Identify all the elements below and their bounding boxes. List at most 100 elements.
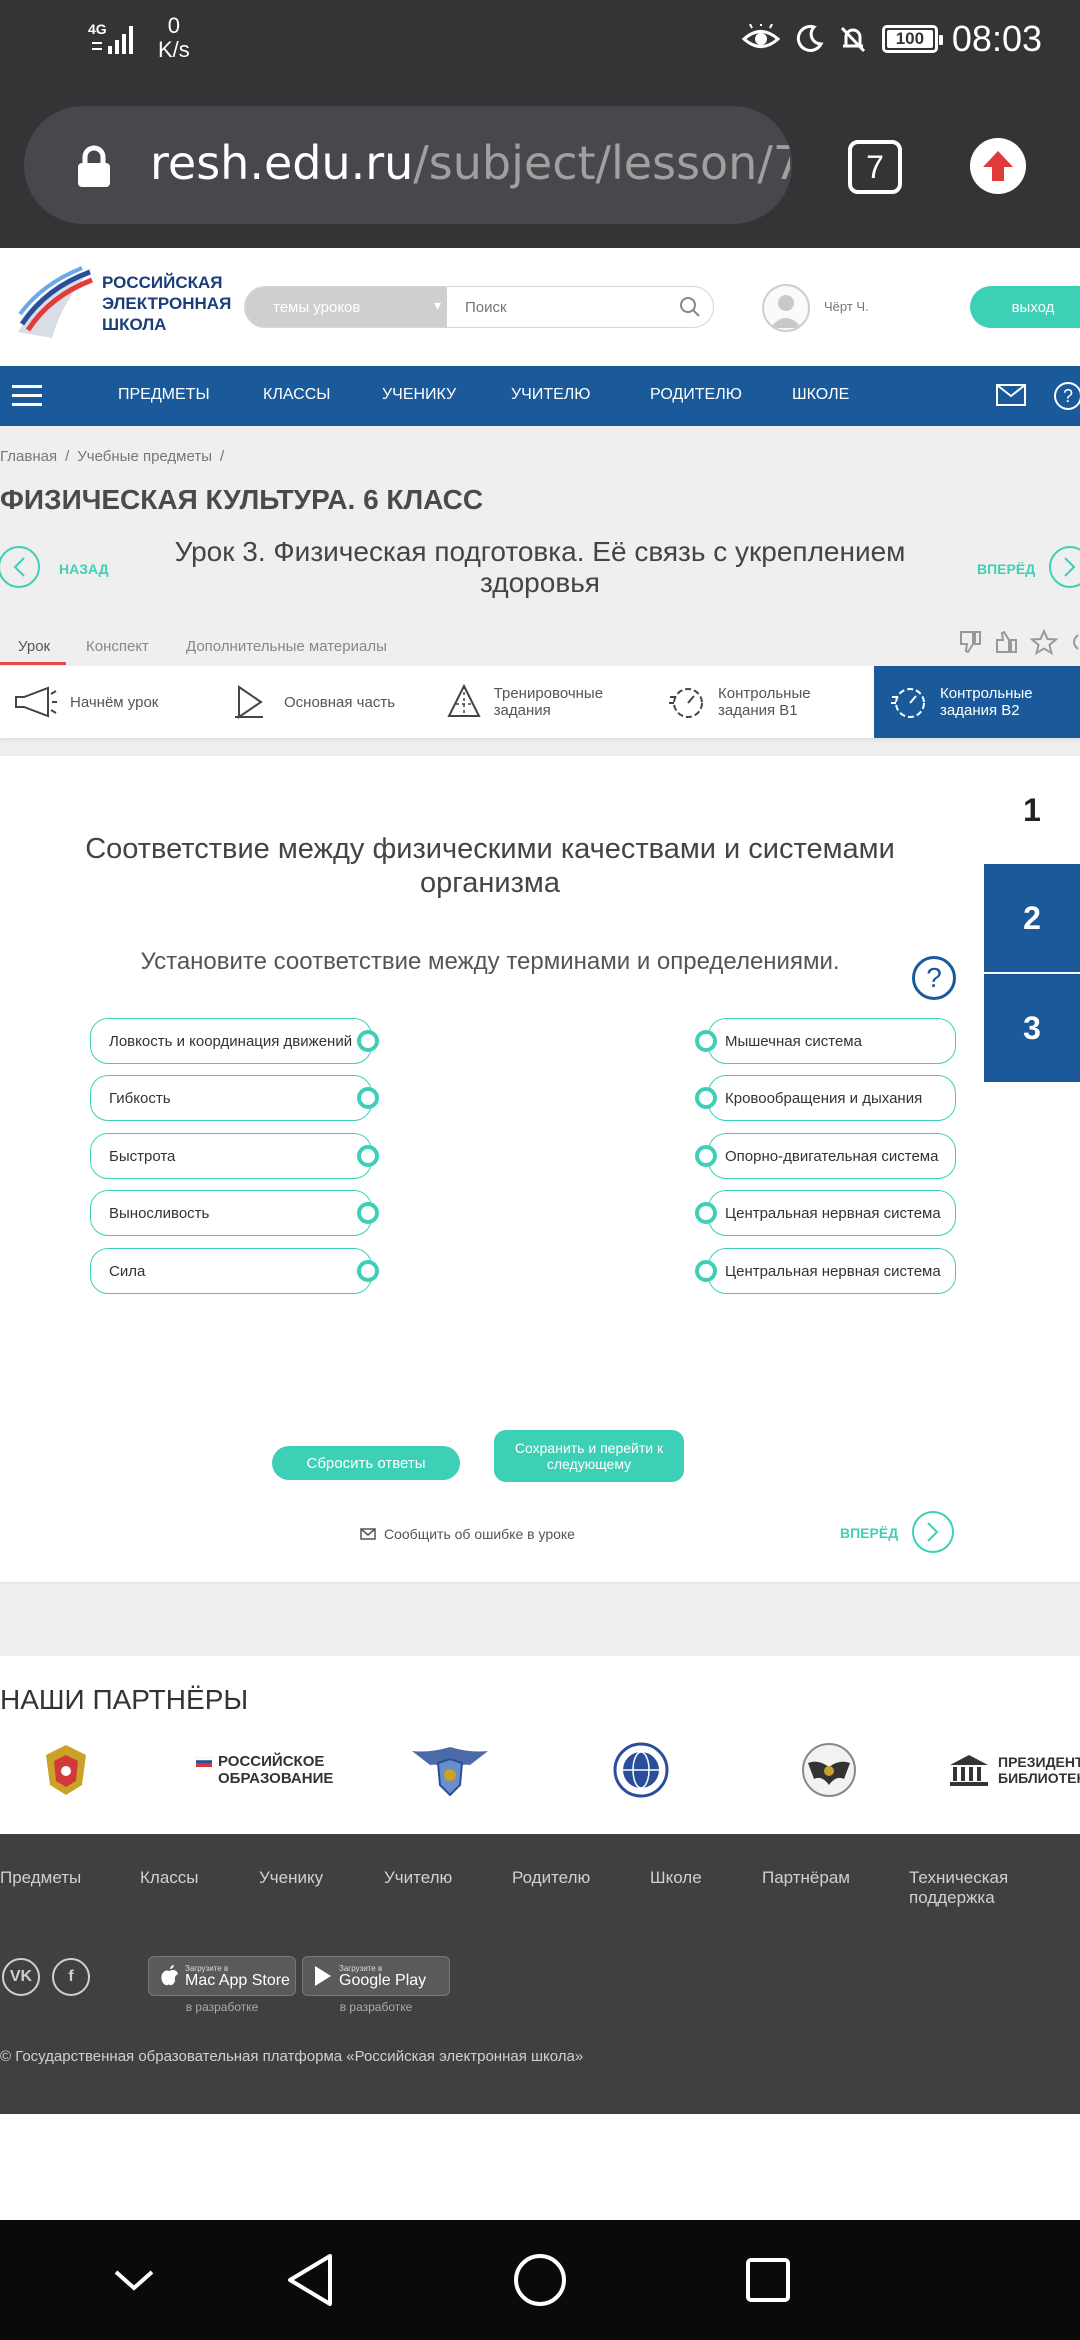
reset-answers-button[interactable]: Сбросить ответы xyxy=(272,1446,460,1480)
connector-dot[interactable] xyxy=(695,1202,717,1224)
match-left-item[interactable]: Гибкость xyxy=(90,1075,379,1121)
question-nav-3[interactable]: 3 xyxy=(984,974,1080,1082)
question-nav-2[interactable]: 2 xyxy=(984,864,1080,972)
tab-extra[interactable]: Дополнительные материалы xyxy=(186,638,387,655)
course-title: ФИЗИЧЕСКАЯ КУЛЬТУРА. 6 КЛАСС xyxy=(0,484,484,515)
match-right-item[interactable]: Мышечная система xyxy=(695,1018,956,1064)
footer-link-subjects[interactable]: Предметы xyxy=(0,1868,81,1888)
match-left-item[interactable]: Ловкость и координация движений xyxy=(90,1018,379,1064)
forward-button[interactable] xyxy=(912,1511,954,1553)
facebook-icon[interactable]: f xyxy=(52,1958,90,1996)
site-header: РОССИЙСКАЯ ЭЛЕКТРОННАЯ ШКОЛА темы уроков… xyxy=(0,248,1080,366)
breadcrumb-home[interactable]: Главная xyxy=(0,448,57,465)
appstore-button[interactable]: Загрузите в Mac App Store xyxy=(148,1956,296,1996)
partner-ros-obr[interactable]: РОССИЙСКОЕ ОБРАЗОВАНИЕ xyxy=(196,1740,333,1800)
avatar[interactable] xyxy=(762,284,810,332)
ministry-emblem-icon xyxy=(412,1747,488,1797)
footer-link-partners[interactable]: Партнёрам xyxy=(762,1868,850,1888)
connector-dot[interactable] xyxy=(357,1145,379,1167)
nav-parent[interactable]: РОДИТЕЛЮ xyxy=(650,386,742,404)
user-name[interactable]: Чёрт Ч. xyxy=(824,299,869,314)
match-left-item[interactable]: Сила xyxy=(90,1248,379,1294)
forward-label[interactable]: ВПЕРЁД xyxy=(977,561,1035,577)
match-right-item[interactable]: Кровообращения и дыхания xyxy=(695,1075,956,1121)
logo-text[interactable]: РОССИЙСКАЯ ЭЛЕКТРОННАЯ ШКОЛА xyxy=(102,272,231,335)
back-button[interactable] xyxy=(0,546,40,588)
footer-link-student[interactable]: Ученику xyxy=(259,1868,323,1888)
store-note: в разработке xyxy=(185,2000,259,2014)
hide-keyboard-button[interactable] xyxy=(104,2250,164,2310)
topic-select[interactable]: темы уроков xyxy=(245,287,447,327)
match-right-item[interactable]: Центральная нервная система xyxy=(695,1248,956,1294)
question-nav-1[interactable]: 1 xyxy=(984,756,1080,864)
mute-bell-icon xyxy=(840,26,865,53)
connector-dot[interactable] xyxy=(357,1260,379,1282)
match-right-item[interactable]: Центральная нервная система xyxy=(695,1190,956,1236)
forward-label[interactable]: ВПЕРЁД xyxy=(840,1525,898,1541)
chevron-right-icon xyxy=(1064,557,1076,577)
battery-icon: 100 xyxy=(881,25,943,53)
search-button[interactable] xyxy=(667,287,713,327)
help-icon[interactable]: ? xyxy=(1054,382,1080,410)
mail-icon[interactable] xyxy=(996,384,1026,406)
connector-dot[interactable] xyxy=(695,1030,717,1052)
footer-link-school[interactable]: Школе xyxy=(650,1868,702,1888)
logo-icon xyxy=(18,266,93,338)
match-right-item[interactable]: Опорно-двигательная система xyxy=(695,1133,956,1179)
share-icon[interactable] xyxy=(1068,629,1080,655)
dislike-icon[interactable] xyxy=(958,629,984,655)
step-training[interactable]: Тренировочные задания xyxy=(446,666,626,738)
connector-dot[interactable] xyxy=(695,1260,717,1282)
googleplay-button[interactable]: Загрузите в Google Play xyxy=(302,1956,450,1996)
partner-ministry[interactable] xyxy=(410,1740,490,1800)
footer-link-teacher[interactable]: Учителю xyxy=(384,1868,452,1888)
pyramid-icon xyxy=(447,684,481,717)
partner-eagle[interactable] xyxy=(796,1740,862,1800)
nav-school[interactable]: ШКОЛЕ xyxy=(792,386,849,404)
connector-dot[interactable] xyxy=(695,1145,717,1167)
save-next-button[interactable]: Сохранить и перейти к следующему xyxy=(494,1430,684,1482)
connector-dot[interactable] xyxy=(357,1202,379,1224)
nav-classes[interactable]: КЛАССЫ xyxy=(263,386,330,404)
step-control-b1[interactable]: Контрольные задания В1 xyxy=(668,666,848,738)
address-bar[interactable]: resh.edu.ru/subject/lesson/713 xyxy=(24,106,792,224)
partners-section xyxy=(0,1656,1080,1834)
browser-toolbar: resh.edu.ru/subject/lesson/713 7 xyxy=(0,80,1080,248)
match-left-item[interactable]: Выносливость xyxy=(90,1190,379,1236)
step-main[interactable]: Основная часть xyxy=(226,666,395,738)
search-input[interactable] xyxy=(447,287,667,327)
help-icon[interactable]: ? xyxy=(912,956,956,1000)
nav-teacher[interactable]: УЧИТЕЛЮ xyxy=(511,386,590,404)
tab-summary[interactable]: Конспект xyxy=(86,638,149,655)
report-error-link[interactable]: Сообщить об ошибке в уроке xyxy=(360,1526,575,1542)
back-label[interactable]: НАЗАД xyxy=(59,561,109,577)
breadcrumb-subjects[interactable]: Учебные предметы xyxy=(77,448,212,465)
star-icon[interactable] xyxy=(1030,629,1058,655)
tab-switcher-button[interactable]: 7 xyxy=(848,140,902,194)
footer-link-parent[interactable]: Родителю xyxy=(512,1868,590,1888)
connector-dot[interactable] xyxy=(357,1087,379,1109)
nav-student[interactable]: УЧЕНИКУ xyxy=(382,386,456,404)
match-left-item[interactable]: Быстрота xyxy=(90,1133,379,1179)
connector-dot[interactable] xyxy=(357,1030,379,1052)
partner-globe[interactable] xyxy=(604,1740,678,1800)
footer-link-support[interactable]: Техническая поддержка xyxy=(909,1868,1080,1908)
update-button[interactable] xyxy=(970,138,1026,194)
step-control-b2[interactable]: Контрольные задания В2 xyxy=(874,666,1080,738)
tab-lesson[interactable]: Урок xyxy=(18,638,50,655)
recents-nav-button[interactable] xyxy=(738,2250,798,2310)
partners-title: НАШИ ПАРТНЁРЫ xyxy=(0,1684,249,1715)
connector-dot[interactable] xyxy=(695,1087,717,1109)
partner-library[interactable]: ПРЕЗИДЕНТСКАЯ БИБЛИОТЕКА xyxy=(948,1740,1080,1800)
menu-icon[interactable] xyxy=(12,385,42,407)
logout-button[interactable]: выход xyxy=(970,286,1080,328)
nav-subjects[interactable]: ПРЕДМЕТЫ xyxy=(118,386,210,404)
url-text: resh.edu.ru/subject/lesson/713 xyxy=(150,136,790,190)
home-nav-button[interactable] xyxy=(510,2250,570,2310)
step-start[interactable]: Начнём урок xyxy=(12,666,158,738)
back-nav-button[interactable] xyxy=(280,2250,340,2310)
partner-coat-of-arms[interactable] xyxy=(40,1740,92,1800)
footer-link-classes[interactable]: Классы xyxy=(140,1868,199,1888)
like-icon[interactable] xyxy=(994,629,1020,655)
vk-icon[interactable]: VK xyxy=(2,1958,40,1996)
